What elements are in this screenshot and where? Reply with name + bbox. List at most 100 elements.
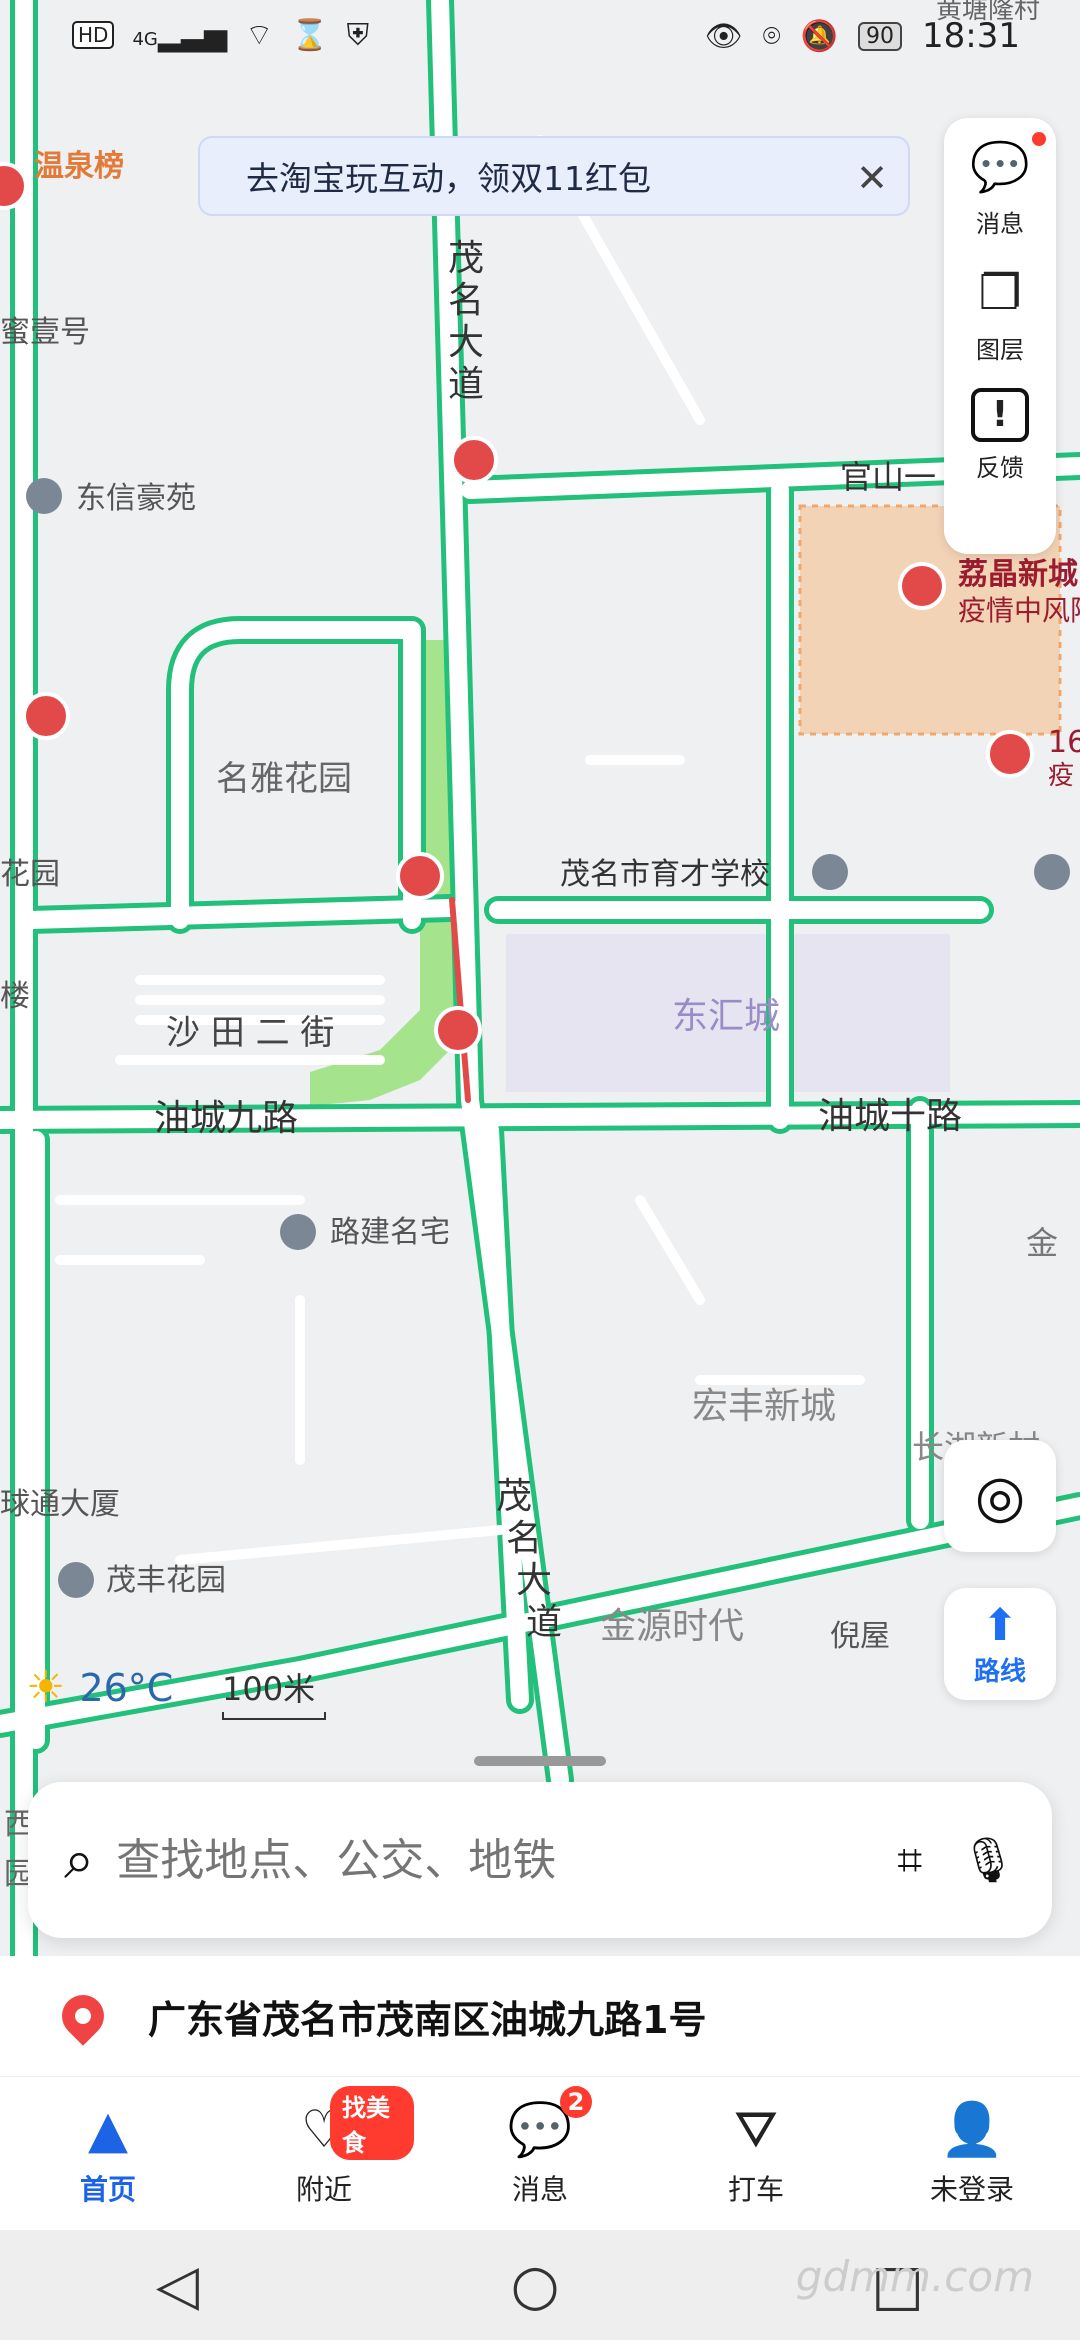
label-mingya-huayuan: 名雅花园 xyxy=(216,759,352,799)
scan-icon[interactable]: ⌗ xyxy=(897,1835,922,1886)
label-side-16: 16 xyxy=(1048,725,1080,760)
no-entry-pin[interactable] xyxy=(396,852,444,900)
no-entry-pin[interactable] xyxy=(0,162,28,210)
home-arrow-icon: ▲ xyxy=(88,2100,128,2160)
current-address: 广东省茂名市茂南区油城九路1号 xyxy=(148,1997,707,2042)
feedback-icon: ! xyxy=(971,388,1029,442)
bottom-tab-bar: ▲ 首页 找美食 ♡ 附近 2 💬 消息 ⛛ 打车 👤 未登录 xyxy=(0,2076,1080,2231)
label-youcheng-10: 油城十路 xyxy=(818,1096,962,1137)
status-bar: HD 4G▂▃▅ ⌔ ⌛ ⛨ 👁 ⌾ 🔕 90 18:31 xyxy=(0,0,1080,74)
watermark: gdmm.com xyxy=(795,2252,1034,2301)
weather-widget[interactable]: ☀ 26°C xyxy=(26,1662,173,1713)
mute-bell-icon: 🔕 xyxy=(800,18,839,54)
network-hd-icon: HD xyxy=(72,21,115,49)
label-lijing-xincheng: 荔晶新城 xyxy=(958,557,1078,592)
tool-feedback[interactable]: ! 反馈 xyxy=(944,388,1056,514)
search-bar[interactable]: ⌕ ⌗ 🎙 xyxy=(28,1782,1052,1938)
location-icon: ⌾ xyxy=(762,18,781,54)
tab-label: 首页 xyxy=(79,2173,136,2206)
tool-label: 图层 xyxy=(976,336,1024,364)
label-donghui-cheng: 东汇城 xyxy=(672,996,780,1037)
label-jin-right: 金 xyxy=(1026,1224,1058,1262)
tool-label: 消息 xyxy=(976,210,1024,238)
tab-nearby[interactable]: 找美食 ♡ 附近 xyxy=(234,2086,414,2208)
tab-taxi[interactable]: ⛛ 打车 xyxy=(666,2100,846,2208)
label-yucai-school: 茂名市育才学校 xyxy=(560,857,770,892)
status-time: 18:31 xyxy=(922,16,1020,56)
back-icon[interactable]: ◁ xyxy=(156,2253,199,2318)
label-shatian-erjie: 沙 田 二 街 xyxy=(166,1013,334,1053)
label-hot-spring-tag[interactable]: 温泉榜 xyxy=(34,149,124,184)
label-lujian-mingzhai: 路建名宅 xyxy=(330,1215,450,1250)
signal-icon: 4G▂▃▅ xyxy=(132,17,228,53)
location-pin-icon xyxy=(53,1986,113,2046)
label-huayuan-left: 花园 xyxy=(0,857,60,892)
scale-label: 100米 xyxy=(222,1670,316,1708)
locate-button[interactable]: ◎ xyxy=(944,1440,1056,1552)
battery-icon: 90 xyxy=(858,21,903,51)
tab-label: 附近 xyxy=(295,2173,352,2206)
poi-pin[interactable] xyxy=(812,854,848,890)
tool-label: 反馈 xyxy=(976,454,1024,482)
nearby-badge: 找美食 xyxy=(330,2086,414,2160)
label-qiutong-dasha: 球通大厦 xyxy=(0,1487,120,1522)
messages-badge: 2 xyxy=(560,2086,592,2118)
promo-banner-text: 去淘宝玩互动，领双11红包 xyxy=(246,159,651,198)
route-arrow-icon: ⬆ xyxy=(981,1600,1019,1651)
route-label: 路线 xyxy=(973,1657,1026,1687)
poi-pin[interactable] xyxy=(280,1214,316,1250)
tab-messages[interactable]: 2 💬 消息 xyxy=(450,2086,630,2208)
drag-handle[interactable] xyxy=(474,1756,606,1766)
sun-icon: ☀ xyxy=(26,1662,66,1713)
scale-bar xyxy=(222,1712,326,1720)
message-icon: 💬 xyxy=(970,139,1030,195)
label-ni-wu: 倪屋 xyxy=(830,1619,890,1654)
label-epidemic-mid-risk: 疫情中风险 xyxy=(958,594,1080,627)
label-side-yi: 疫 xyxy=(1048,761,1074,791)
traffic-cone-pin[interactable] xyxy=(22,692,70,740)
label-mi-yi-hao: 蜜壹号 xyxy=(0,315,90,350)
tab-label: 未登录 xyxy=(929,2173,1014,2206)
risk-pin[interactable] xyxy=(986,730,1034,778)
hourglass-icon: ⌛ xyxy=(291,17,329,53)
poi-pin[interactable] xyxy=(26,478,62,514)
microphone-icon[interactable]: 🎙 xyxy=(960,1834,1016,1886)
label-dongxin-haoyuan: 东信豪苑 xyxy=(76,481,196,516)
notification-dot xyxy=(1032,132,1046,146)
label-hongfeng-xincheng: 宏丰新城 xyxy=(692,1386,836,1427)
label-maofeng-huayuan: 茂丰花园 xyxy=(106,1563,226,1598)
label-youcheng-9: 油城九路 xyxy=(154,1098,298,1139)
route-button[interactable]: ⬆ 路线 xyxy=(944,1588,1056,1700)
shield-icon: ⛨ xyxy=(346,17,370,53)
tab-home[interactable]: ▲ 首页 xyxy=(18,2100,198,2208)
search-input[interactable] xyxy=(114,1833,860,1887)
tab-account[interactable]: 👤 未登录 xyxy=(882,2100,1062,2208)
poi-pin[interactable] xyxy=(1034,854,1070,890)
promo-banner[interactable]: 去淘宝玩互动，领双11红包 ✕ xyxy=(198,136,910,216)
close-icon[interactable]: ✕ xyxy=(856,156,888,200)
map-tools-panel: 💬 消息 ❐ 图层 ! 反馈 xyxy=(944,118,1056,554)
temperature: 26°C xyxy=(79,1665,174,1710)
crosshair-icon: ◎ xyxy=(974,1462,1026,1530)
risk-pin[interactable] xyxy=(898,562,946,610)
layers-icon: ❐ xyxy=(978,265,1022,321)
map-scale: 100米 xyxy=(222,1664,326,1720)
label-guanshan: 官山一 xyxy=(840,458,936,496)
user-icon: 👤 xyxy=(939,2100,1005,2160)
tab-label: 消息 xyxy=(511,2173,568,2206)
no-entry-pin[interactable] xyxy=(434,1006,482,1054)
home-icon[interactable]: ○ xyxy=(511,2253,560,2318)
wifi-icon: ⌔ xyxy=(245,18,274,53)
label-jinyuan-shidai: 金源时代 xyxy=(600,1606,744,1647)
search-icon: ⌕ xyxy=(64,1828,95,1891)
no-entry-pin[interactable] xyxy=(450,436,498,484)
tool-layers[interactable]: ❐ 图层 xyxy=(944,262,1056,388)
eye-icon: 👁 xyxy=(704,18,743,54)
current-location-row[interactable]: 广东省茂名市茂南区油城九路1号 xyxy=(0,1956,1080,2076)
poi-pin[interactable] xyxy=(58,1562,94,1598)
label-lou-left: 楼 xyxy=(0,979,30,1014)
tab-label: 打车 xyxy=(727,2173,784,2206)
label-maoming-dadao-top: 茂名大道 xyxy=(448,238,484,405)
taxi-icon: ⛛ xyxy=(734,2100,778,2160)
tool-messages[interactable]: 💬 消息 xyxy=(944,136,1056,262)
